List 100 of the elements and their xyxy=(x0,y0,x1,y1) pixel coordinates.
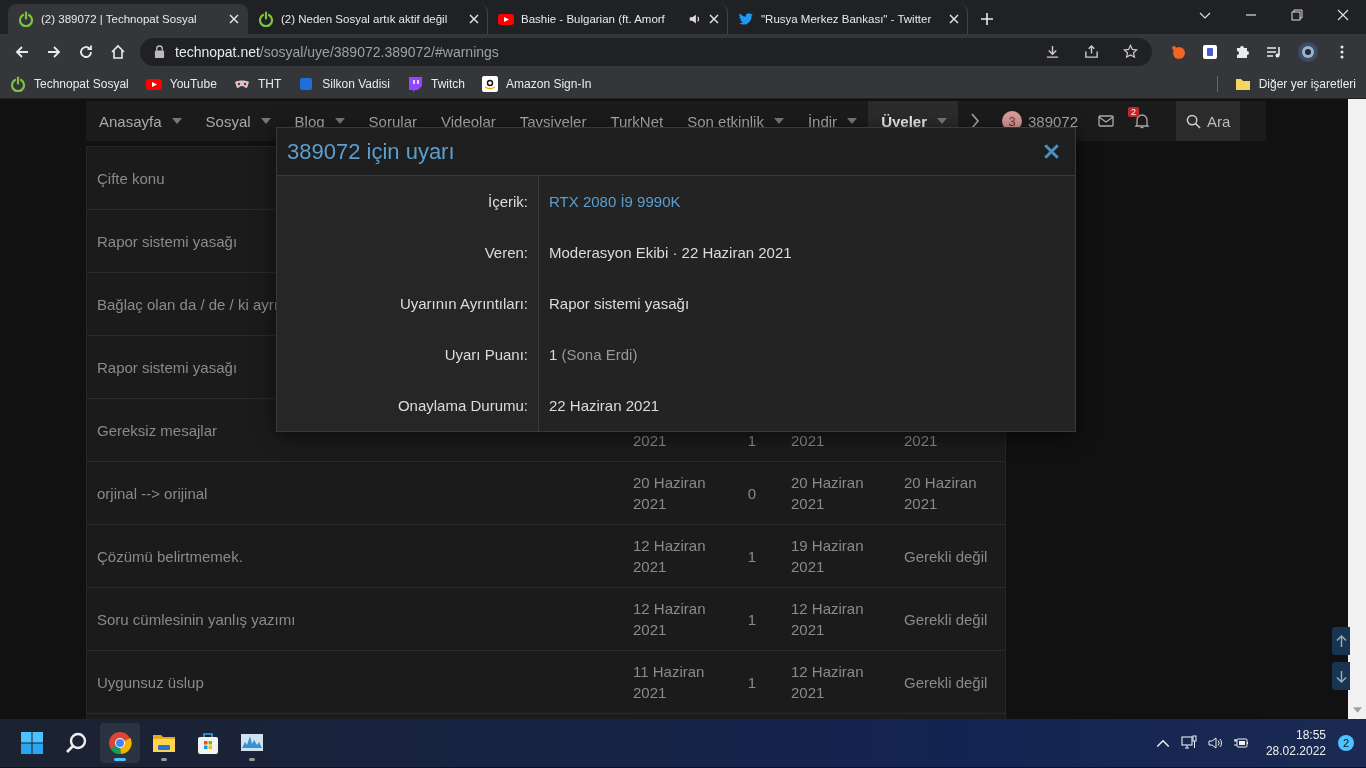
share-icon[interactable] xyxy=(1084,44,1099,59)
arrow-up-icon xyxy=(1335,634,1347,648)
battery-charging-icon[interactable] xyxy=(1232,735,1249,751)
table-cell-text: 12 Haziran 2021 xyxy=(790,662,865,703)
speaker-icon[interactable] xyxy=(688,12,702,26)
star-icon[interactable] xyxy=(1123,44,1138,59)
bookmark[interactable]: Technopat Sosyal xyxy=(10,75,129,92)
profile-avatar[interactable] xyxy=(1298,41,1318,62)
play-icon xyxy=(498,11,514,27)
table-cell-text: 1 xyxy=(747,609,757,630)
taskbar-app[interactable] xyxy=(100,723,140,763)
windows-logo-icon xyxy=(20,731,44,755)
address-bar[interactable]: technopat.net/sosyal/uye/389072.389072/#warnings xyxy=(140,37,1152,66)
field-label: Onaylama Durumu: xyxy=(397,397,528,414)
field-label: Veren: xyxy=(484,244,528,261)
chevron-right-icon[interactable] xyxy=(970,113,980,129)
home-icon[interactable] xyxy=(110,43,126,60)
network-icon[interactable] xyxy=(1180,735,1197,751)
nav-tab[interactable]: Son etkinlik xyxy=(674,101,795,141)
extension-icon[interactable] xyxy=(1202,43,1218,60)
nav-tab[interactable]: İndir xyxy=(794,101,869,141)
url-text: technopat.net/sosyal/uye/389072.389072/#warnings xyxy=(175,43,499,60)
chat-bubble-icon xyxy=(407,75,424,92)
mail-icon[interactable] xyxy=(1098,113,1115,129)
scroll-bottom-button[interactable] xyxy=(1332,662,1350,690)
table-cell-text: Soru cümlesinin yanlış yazımı xyxy=(96,609,297,630)
table-cell-text: 12 Haziran 2021 xyxy=(632,536,707,577)
restore-icon[interactable] xyxy=(1290,8,1304,22)
forward-arrow-icon[interactable] xyxy=(46,43,62,60)
table-cell-text: 1 xyxy=(747,431,757,451)
table-cell-text: 2021 xyxy=(632,431,668,451)
caret-icon[interactable] xyxy=(171,118,182,124)
clock[interactable]: 18:55 28.02.2022 xyxy=(1265,727,1326,759)
table-cell-text: 19 Haziran 2021 xyxy=(790,536,865,577)
bell-icon[interactable] xyxy=(1134,113,1151,129)
caret-icon[interactable] xyxy=(847,118,858,124)
table-cell-text: 12 Haziran 2021 xyxy=(790,599,865,640)
nav-tab[interactable]: Anasayfa xyxy=(86,101,193,141)
smile-icon xyxy=(482,75,499,92)
caret-icon[interactable] xyxy=(260,118,271,124)
field-label: Uyarının Ayrıntıları: xyxy=(399,295,528,312)
table-cell-text: 1 xyxy=(747,546,757,567)
table-cell-text: 1 xyxy=(747,672,757,693)
table-cell-text: orjinal --> orijinal xyxy=(96,483,209,504)
square-icon xyxy=(298,75,315,92)
table-cell-text: Rapor sistemi yasağı xyxy=(96,357,239,378)
arrow-down-icon xyxy=(1335,669,1347,683)
table-cell-text: 2021 xyxy=(903,431,939,451)
bookmark[interactable]: YouTube xyxy=(145,75,217,92)
bookmark[interactable]: Silkon Vadisi xyxy=(298,75,391,92)
table-cell-text: Uygunsuz üslup xyxy=(96,672,205,693)
table-cell-text: Gereksiz mesajlar xyxy=(96,420,219,441)
table-cell-text: Çözümü belirtmemek. xyxy=(96,546,244,567)
table-cell-text: Rapor sistemi yasağı xyxy=(96,231,239,252)
table-cell-text: Bağlaç olan da / de / ki ayrı xyxy=(96,294,279,315)
table-cell-text: 2021 xyxy=(790,431,826,451)
puzzle-icon[interactable] xyxy=(1234,43,1250,60)
table-cell-text: 20 Haziran 2021 xyxy=(790,473,865,514)
field-value: 1 (Sona Erdi) xyxy=(549,346,638,363)
search-icon xyxy=(64,731,88,755)
table-cell-text: 20 Haziran 2021 xyxy=(903,473,978,514)
table-cell-text: 20 Haziran 2021 xyxy=(632,473,707,514)
search-icon xyxy=(1186,113,1202,129)
table-cell-text: Gerekli değil xyxy=(903,609,989,630)
table-cell-text: Çifte konu xyxy=(96,168,166,189)
field-value: Moderasyon Ekibi · 22 Haziran 2021 xyxy=(549,244,792,261)
search-button[interactable]: Ara xyxy=(1176,101,1241,141)
back-arrow-icon[interactable] xyxy=(14,43,30,60)
download-icon[interactable] xyxy=(1045,44,1060,59)
field-label: İçerik: xyxy=(488,193,528,210)
shopping-bag-icon xyxy=(196,731,220,755)
browser-icon xyxy=(108,731,132,755)
caret-icon[interactable] xyxy=(937,118,947,124)
bookmark[interactable]: Twitch xyxy=(407,75,466,92)
plus-icon[interactable] xyxy=(980,12,994,26)
speaker-icon[interactable] xyxy=(1206,735,1223,751)
power-icon xyxy=(258,11,274,27)
nav-tab[interactable]: Sosyal xyxy=(192,101,282,141)
caret-icon[interactable] xyxy=(773,118,784,124)
bookmark[interactable]: THT xyxy=(233,75,282,92)
content-link[interactable]: RTX 2080 İ9 9990K xyxy=(549,193,681,210)
browser-tab[interactable]: (2) 389072 | Technopat Sosyal xyxy=(8,4,248,34)
reload-icon[interactable] xyxy=(78,43,94,60)
field-label: Uyarı Puanı: xyxy=(444,346,528,363)
notification-badge[interactable]: 2 xyxy=(1338,735,1354,751)
caret-icon[interactable] xyxy=(334,118,345,124)
bookmark[interactable]: Amazon Sign-In xyxy=(482,75,592,92)
power-icon xyxy=(10,75,26,92)
scroll-top-button[interactable] xyxy=(1332,627,1350,655)
table-cell-text: Gerekli değil xyxy=(903,546,989,567)
power-icon xyxy=(18,11,34,27)
table-cell-text: Gerekli değil xyxy=(903,672,989,693)
field-value: 22 Haziran 2021 xyxy=(549,397,660,414)
bookmark-folder[interactable]: Diğer yer işaretleri xyxy=(1234,75,1356,92)
field-value: Rapor sistemi yasağı xyxy=(549,295,690,312)
table-cell-text: 0 xyxy=(747,483,757,504)
notification-badge: 2 xyxy=(1128,107,1140,117)
table-cell-text: 11 Haziran 2021 xyxy=(632,662,706,703)
lock-icon xyxy=(154,45,165,58)
dialog-title: 389072 için uyarı xyxy=(287,138,455,165)
